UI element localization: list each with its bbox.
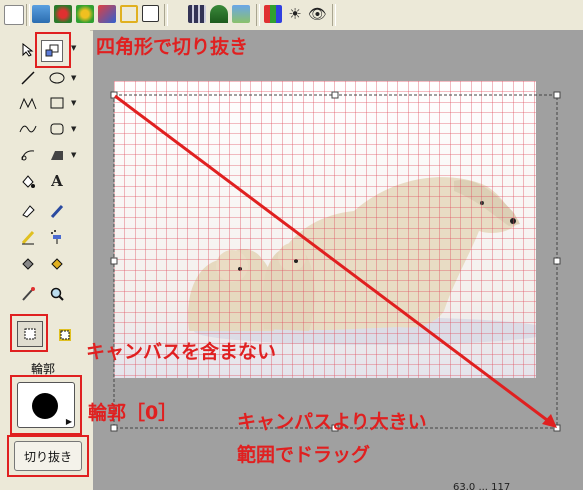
tree-icon[interactable] [210, 5, 228, 23]
toolbar-separator [256, 4, 260, 26]
annotation-rect-crop: 四角形で切り抜き [96, 36, 249, 58]
dropdown-arrow-icon[interactable]: ▼ [71, 151, 77, 159]
include-canvas-option-icon[interactable] [55, 325, 75, 345]
annotation-drag-larger-2: 範囲でドラッグ [237, 444, 371, 466]
eyedropper-tool-icon[interactable] [18, 284, 38, 304]
frame-icon[interactable] [120, 5, 138, 23]
landscape-icon[interactable] [232, 5, 250, 23]
magnifier-tool-icon[interactable] [47, 284, 67, 304]
crop-button-highlight [7, 435, 89, 477]
color-icon[interactable] [76, 5, 94, 23]
gradient-fill-tool-icon[interactable] [47, 254, 67, 274]
rounded-rect-tool-icon[interactable] [47, 119, 67, 139]
annotation-border-zero: 輪郭［0］ [88, 402, 178, 424]
rectangle-tool-icon[interactable] [47, 93, 67, 113]
annotation-exclude-canvas: キャンバスを含まない [86, 341, 277, 363]
polygon-tool-icon[interactable] [47, 145, 67, 165]
eye-icon[interactable]: 👁 [308, 5, 327, 23]
dropdown-arrow-icon[interactable]: ▼ [71, 44, 77, 52]
status-text: 63.0 ... 117 [453, 482, 511, 490]
rect-crop-highlight [35, 32, 71, 68]
eraser-tool-icon[interactable] [18, 201, 38, 221]
new-image-icon[interactable] [4, 5, 24, 25]
curve-tool-icon[interactable] [18, 119, 38, 139]
brightness-icon[interactable]: ☀ [286, 5, 304, 23]
polyline-tool-icon[interactable] [18, 93, 38, 113]
toolbar-separator [332, 4, 336, 26]
dropdown-arrow-icon[interactable]: ▼ [71, 74, 77, 82]
zoom-window-icon[interactable] [142, 5, 159, 22]
outline-highlight [10, 375, 82, 435]
line-tool-icon[interactable] [18, 68, 38, 88]
ellipse-tool-icon[interactable] [47, 68, 67, 88]
text-tool-icon[interactable]: A [47, 171, 67, 191]
top-toolbar: ☀ 👁 [0, 0, 583, 31]
rgb-icon[interactable] [264, 5, 282, 23]
airbrush-tool-icon[interactable] [47, 227, 67, 247]
fill-tool-icon[interactable] [18, 171, 38, 191]
grid-view-icon[interactable] [188, 5, 206, 23]
drag-direction-arrow [114, 94, 556, 428]
bezier-tool-icon[interactable] [18, 145, 38, 165]
dropdown-arrow-icon[interactable]: ▼ [71, 99, 77, 107]
exclude-canvas-highlight [10, 314, 48, 352]
annotation-drag-larger-1: キャンパスより大きい [237, 411, 427, 433]
dropdown-arrow-icon[interactable]: ▼ [71, 125, 77, 133]
toolbar-separator [26, 4, 30, 26]
shapes-icon[interactable] [98, 5, 116, 23]
pen-tool-icon[interactable] [47, 201, 67, 221]
paint-bucket-tool-icon[interactable] [18, 254, 38, 274]
highlighter-tool-icon[interactable] [18, 227, 38, 247]
toolbar-separator [164, 4, 168, 26]
image-icon[interactable] [32, 5, 50, 23]
effects-icon[interactable] [54, 5, 72, 23]
